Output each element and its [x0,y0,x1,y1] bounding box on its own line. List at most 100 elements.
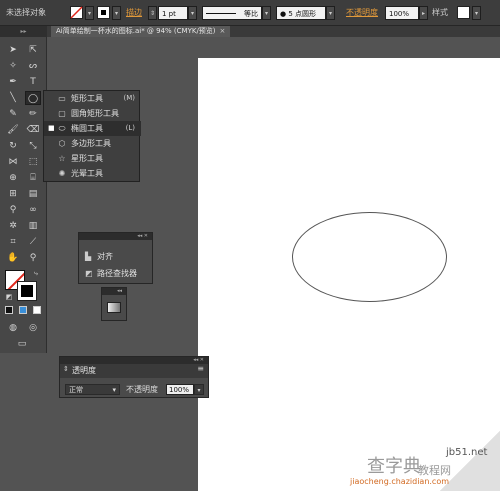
ellipse-icon: ⬭ [58,124,66,133]
screen-mode-icon[interactable]: ▭ [14,337,30,351]
toolbox-grip[interactable]: ▸▸ [0,26,47,37]
panel-item-pathfinder[interactable]: ◩ 路径查找器 [85,267,137,281]
flyout-item-label: 多边形工具 [71,139,111,148]
gradient-panel-icon[interactable] [107,302,121,313]
transparency-opacity-label: 不透明度 [126,385,158,394]
brush-definition[interactable]: ● 5 点圆形 [276,6,326,20]
fill-color-swatch[interactable] [70,6,83,19]
style-label: 样式 [432,8,448,17]
flyout-item-star[interactable]: ☆ 星形工具 [44,151,141,166]
panel-header[interactable]: ◂◂ ✕ [60,357,208,364]
flyout-item-label: 椭圆工具 [71,124,103,133]
magic-wand-tool-icon[interactable]: ✧ [5,59,21,73]
transparency-panel-title[interactable]: 透明度 [72,365,96,376]
panel-header[interactable]: ◂◂ ✕ [79,233,152,240]
opacity-input[interactable]: 100% [385,6,419,20]
stroke-weight-input[interactable]: 1 pt [158,6,188,20]
stroke-weight-dropdown[interactable]: ▾ [188,6,197,20]
ellipse-tool-icon[interactable]: ◯ [25,91,41,105]
stroke-weight-stepper[interactable]: ⇕ [148,6,157,20]
lasso-tool-icon[interactable]: ᔕ [25,59,41,73]
transparency-opacity-input[interactable]: 100% [166,384,194,395]
none-mode-icon[interactable] [31,305,43,319]
perspective-grid-tool-icon[interactable]: ⌸ [25,171,41,185]
type-tool-icon[interactable]: T [25,75,41,89]
toolbox: ➤ ⇱ ✧ ᔕ ✒ T ╲ ◯ ✎ ✏ 🖌 ⌫ ↻ ⤡ ⋈ ⬚ ⊕ ⌸ ⊞ ▤ … [0,37,47,353]
pencil-tool-icon[interactable]: ✏ [25,107,41,121]
paintbrush-tool-icon[interactable]: ✎ [5,107,21,121]
rotate-tool-icon[interactable]: ↻ [5,139,21,153]
transparency-opacity-dropdown[interactable]: ▾ [194,384,204,395]
gradient-mode-icon[interactable] [17,305,29,319]
watermark-line3: jiaocheng.chazidian.com [350,477,450,486]
control-bar: 未选择对象 ▾ ▾ 描边 ⇕ 1 pt ▾ 等比 ▾ ● 5 点圆形 ▾ 不透明… [0,0,500,26]
collapsed-panel: ◂◂ [101,287,127,321]
flyout-item-rectangle[interactable]: ▭ 矩形工具 (M) [44,91,141,106]
rectangle-icon: ▭ [58,94,66,103]
flyout-item-label: 圆角矩形工具 [71,109,119,118]
watermark-line1: 查字典 [367,456,421,477]
symbol-sprayer-tool-icon[interactable]: ✲ [5,219,21,233]
pathfinder-icon: ◩ [85,269,93,278]
profile-dropdown[interactable]: ▾ [262,6,271,20]
fill-dropdown-arrow[interactable]: ▾ [85,6,94,20]
line-tool-icon[interactable]: ╲ [5,91,21,105]
pen-tool-icon[interactable]: ✒ [5,75,21,89]
flyout-item-shortcut: (M) [123,94,135,102]
align-pathfinder-panel: ◂◂ ✕ ▙ 对齐 ◩ 路径查找器 [78,232,153,284]
panel-menu-icon[interactable]: ≡ [197,364,204,373]
opacity-dropdown[interactable]: ▸ [419,6,428,20]
eraser-tool-icon[interactable]: ⌫ [25,123,41,137]
brush-label: 5 点圆形 [288,10,317,18]
default-colors-icon[interactable]: ◩ [1,290,17,304]
artboard-tool-icon[interactable]: ⌗ [5,235,21,249]
document-tab[interactable]: Ai简单绘制一杯水的图标.ai* @ 94% (CMYK/预览) × [51,26,231,37]
watermark-line2: 教程网 [418,464,451,477]
flyout-item-polygon[interactable]: ⬡ 多边形工具 [44,136,141,151]
draw-mode-icon[interactable]: ◍ [5,321,21,335]
stroke-dropdown-arrow[interactable]: ▾ [112,6,121,20]
flyout-item-rounded-rectangle[interactable]: ▢ 圆角矩形工具 [44,106,141,121]
brush-dot-icon: ● [280,10,287,18]
brush-dropdown[interactable]: ▾ [326,6,335,20]
shape-builder-tool-icon[interactable]: ⊕ [5,171,21,185]
blend-mode-select[interactable]: 正常 ▾ [65,384,120,395]
opacity-label-link[interactable]: 不透明度 [346,6,378,20]
close-tab-icon[interactable]: × [220,27,226,35]
color-mode-icon[interactable] [3,305,15,319]
shape-tool-flyout: ▭ 矩形工具 (M) ▢ 圆角矩形工具 ■ ⬭ 椭圆工具 (L) ⬡ 多边形工具… [43,90,141,182]
draw-inside-icon[interactable]: ◎ [25,321,41,335]
stroke-color-icon [101,10,106,15]
free-transform-tool-icon[interactable]: ⬚ [25,155,41,169]
column-graph-tool-icon[interactable]: ▥ [25,219,41,233]
hand-tool-icon[interactable]: ✋ [5,251,21,265]
swap-colors-icon[interactable]: ⤷ [28,266,44,280]
eyedropper-tool-icon[interactable]: ⚲ [5,203,21,217]
flyout-item-shortcut: (L) [125,124,135,132]
mesh-tool-icon[interactable]: ⊞ [5,187,21,201]
variable-width-profile[interactable]: 等比 [202,6,262,20]
stroke-label-link[interactable]: 描边 [126,6,142,20]
blend-tool-icon[interactable]: ∞ [25,203,41,217]
flyout-item-flare[interactable]: ✺ 光晕工具 [44,166,141,181]
stroke-color-swatch[interactable] [97,6,110,19]
graphic-style-dropdown[interactable]: ▾ [472,6,481,20]
panel-header[interactable]: ◂◂ [102,288,126,295]
rounded-rectangle-icon: ▢ [58,109,66,118]
flyout-item-ellipse[interactable]: ■ ⬭ 椭圆工具 (L) [44,121,141,136]
direct-selection-tool-icon[interactable]: ⇱ [25,43,41,57]
zoom-tool-icon[interactable]: ⚲ [25,251,41,265]
slice-tool-icon[interactable]: ⟋ [25,235,41,249]
gradient-tool-icon[interactable]: ▤ [25,187,41,201]
selection-tool-icon[interactable]: ➤ [5,43,21,57]
flyout-item-label: 星形工具 [71,154,103,163]
stroke-swatch[interactable] [17,281,37,301]
selected-bullet-icon: ■ [48,124,55,132]
blob-brush-tool-icon[interactable]: 🖌 [5,123,21,137]
graphic-style-swatch[interactable] [457,6,470,19]
ellipse-shape[interactable] [292,212,447,302]
width-tool-icon[interactable]: ⋈ [5,155,21,169]
scale-tool-icon[interactable]: ⤡ [25,139,41,153]
panel-item-align[interactable]: ▙ 对齐 [85,250,113,264]
panel-expand-icon[interactable]: ⇕ [63,365,69,373]
